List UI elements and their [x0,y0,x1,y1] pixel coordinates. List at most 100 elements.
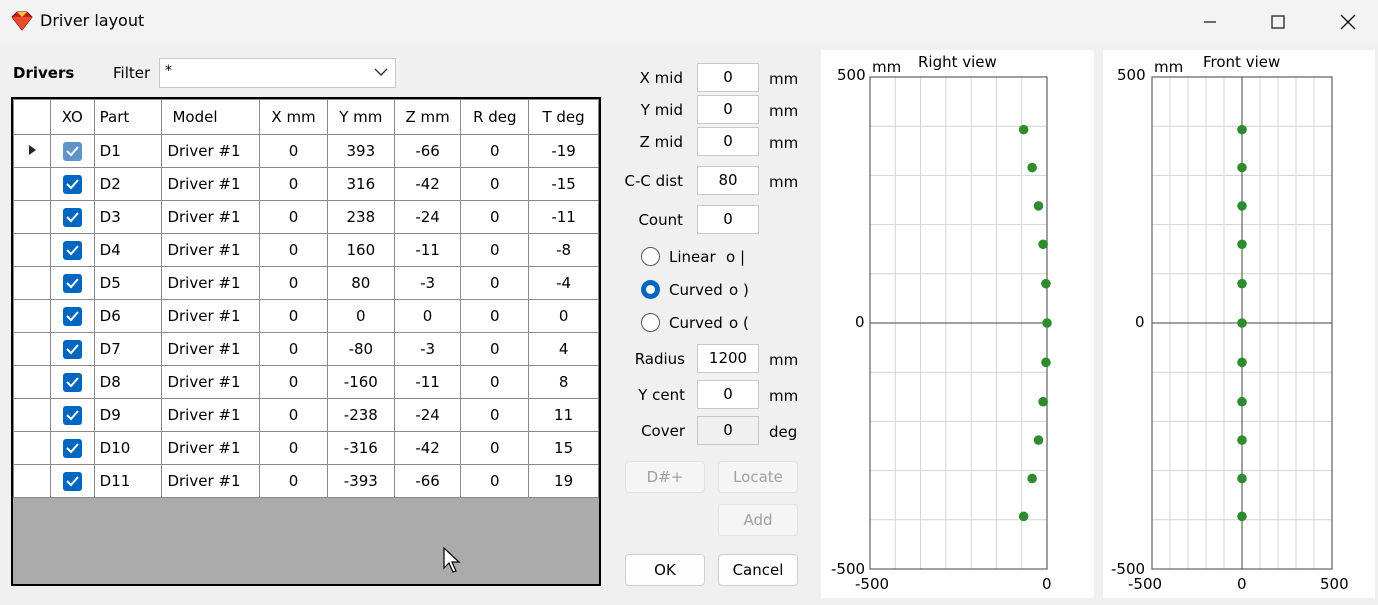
x-cell[interactable]: 0 [259,431,328,465]
r-cell[interactable]: 0 [460,464,530,498]
r-cell[interactable]: 0 [460,398,530,432]
part-cell[interactable]: D5 [93,266,163,300]
row-header[interactable] [13,167,51,201]
curved-convex-radio[interactable] [641,280,660,299]
z-cell[interactable]: -11 [393,365,462,399]
r-cell[interactable]: 0 [460,200,530,234]
xo-checkbox[interactable] [62,471,82,491]
table-row[interactable]: D7 Driver #1 0 -80 -3 0 4 [13,332,599,366]
x-mid-input[interactable]: 0 [697,63,759,92]
part-cell[interactable]: D8 [93,365,163,399]
x-cell[interactable]: 0 [259,167,328,201]
part-cell[interactable]: D11 [93,464,163,498]
table-row[interactable]: D8 Driver #1 0 -160 -11 0 8 [13,365,599,399]
z-cell[interactable]: -24 [393,398,462,432]
x-cell[interactable]: 0 [259,134,328,168]
xo-checkbox-cell[interactable] [49,299,95,333]
part-cell[interactable]: D1 [93,134,163,168]
z-mid-input[interactable]: 0 [697,127,759,156]
r-cell[interactable]: 0 [460,332,530,366]
row-header[interactable] [13,299,51,333]
xo-checkbox-cell[interactable] [49,464,95,498]
r-cell[interactable]: 0 [460,266,530,300]
cc-dist-input[interactable]: 80 [697,166,759,195]
x-cell[interactable]: 0 [259,332,328,366]
part-cell[interactable]: D9 [93,398,163,432]
curved-concave-radio[interactable] [641,313,660,332]
z-cell[interactable]: -3 [393,332,462,366]
model-cell[interactable]: Driver #1 [161,299,261,333]
model-cell[interactable]: Driver #1 [161,233,261,267]
col-header-model[interactable]: Model [161,99,261,135]
y-cell[interactable]: 160 [326,233,395,267]
xo-checkbox[interactable] [62,306,82,326]
xo-checkbox-cell[interactable] [49,167,95,201]
part-cell[interactable]: D3 [93,200,163,234]
xo-checkbox[interactable] [62,438,82,458]
xo-checkbox[interactable] [62,207,82,227]
y-cell[interactable]: -316 [326,431,395,465]
part-cell[interactable]: D4 [93,233,163,267]
xo-checkbox-cell[interactable] [49,332,95,366]
z-cell[interactable]: -3 [393,266,462,300]
xo-checkbox[interactable] [62,240,82,260]
t-cell[interactable]: 19 [528,464,599,498]
z-cell[interactable]: -66 [393,134,462,168]
y-mid-input[interactable]: 0 [697,95,759,124]
row-header[interactable] [13,134,51,168]
y-cell[interactable]: -238 [326,398,395,432]
xo-checkbox[interactable] [62,174,82,194]
part-cell[interactable]: D6 [93,299,163,333]
col-header-y[interactable]: Y mm [326,99,395,135]
ok-button[interactable]: OK [625,554,705,586]
row-header[interactable] [13,233,51,267]
row-header[interactable] [13,398,51,432]
y-cell[interactable]: -393 [326,464,395,498]
x-cell[interactable]: 0 [259,233,328,267]
table-row[interactable]: D11 Driver #1 0 -393 -66 0 19 [13,464,599,498]
xo-checkbox[interactable] [62,273,82,293]
table-row[interactable]: D1 Driver #1 0 393 -66 0 -19 [13,134,599,168]
add-button[interactable]: Add [718,504,798,536]
radius-input[interactable]: 1200 [697,344,759,373]
count-input[interactable]: 0 [697,205,759,234]
row-header[interactable] [13,365,51,399]
xo-checkbox-cell[interactable] [49,134,95,168]
model-cell[interactable]: Driver #1 [161,332,261,366]
r-cell[interactable]: 0 [460,431,530,465]
r-cell[interactable]: 0 [460,299,530,333]
table-row[interactable]: D4 Driver #1 0 160 -11 0 -8 [13,233,599,267]
model-cell[interactable]: Driver #1 [161,266,261,300]
t-cell[interactable]: -8 [528,233,599,267]
r-cell[interactable]: 0 [460,167,530,201]
col-header-part[interactable]: Part [93,99,163,135]
table-row[interactable]: D10 Driver #1 0 -316 -42 0 15 [13,431,599,465]
xo-checkbox-cell[interactable] [49,266,95,300]
z-cell[interactable]: -42 [393,431,462,465]
maximize-button[interactable] [1243,0,1313,44]
z-cell[interactable]: -11 [393,233,462,267]
model-cell[interactable]: Driver #1 [161,134,261,168]
row-header[interactable] [13,332,51,366]
model-cell[interactable]: Driver #1 [161,167,261,201]
model-cell[interactable]: Driver #1 [161,431,261,465]
y-cell[interactable]: -160 [326,365,395,399]
x-cell[interactable]: 0 [259,398,328,432]
x-cell[interactable]: 0 [259,299,328,333]
part-cell[interactable]: D7 [93,332,163,366]
model-cell[interactable]: Driver #1 [161,464,261,498]
drivers-grid[interactable]: XO Part Model X mm Y mm Z mm R deg T deg… [11,97,601,586]
table-row[interactable]: D9 Driver #1 0 -238 -24 0 11 [13,398,599,432]
x-cell[interactable]: 0 [259,266,328,300]
table-row[interactable]: D3 Driver #1 0 238 -24 0 -11 [13,200,599,234]
cover-input[interactable]: 0 [697,416,759,445]
table-row[interactable]: D5 Driver #1 0 80 -3 0 -4 [13,266,599,300]
y-cell[interactable]: 393 [326,134,395,168]
linear-radio[interactable] [641,247,660,266]
minimize-button[interactable] [1175,0,1245,44]
cancel-button[interactable]: Cancel [718,554,798,586]
z-cell[interactable]: -24 [393,200,462,234]
col-header-xo[interactable]: XO [49,99,95,135]
x-cell[interactable]: 0 [259,464,328,498]
col-header-x[interactable]: X mm [259,99,328,135]
